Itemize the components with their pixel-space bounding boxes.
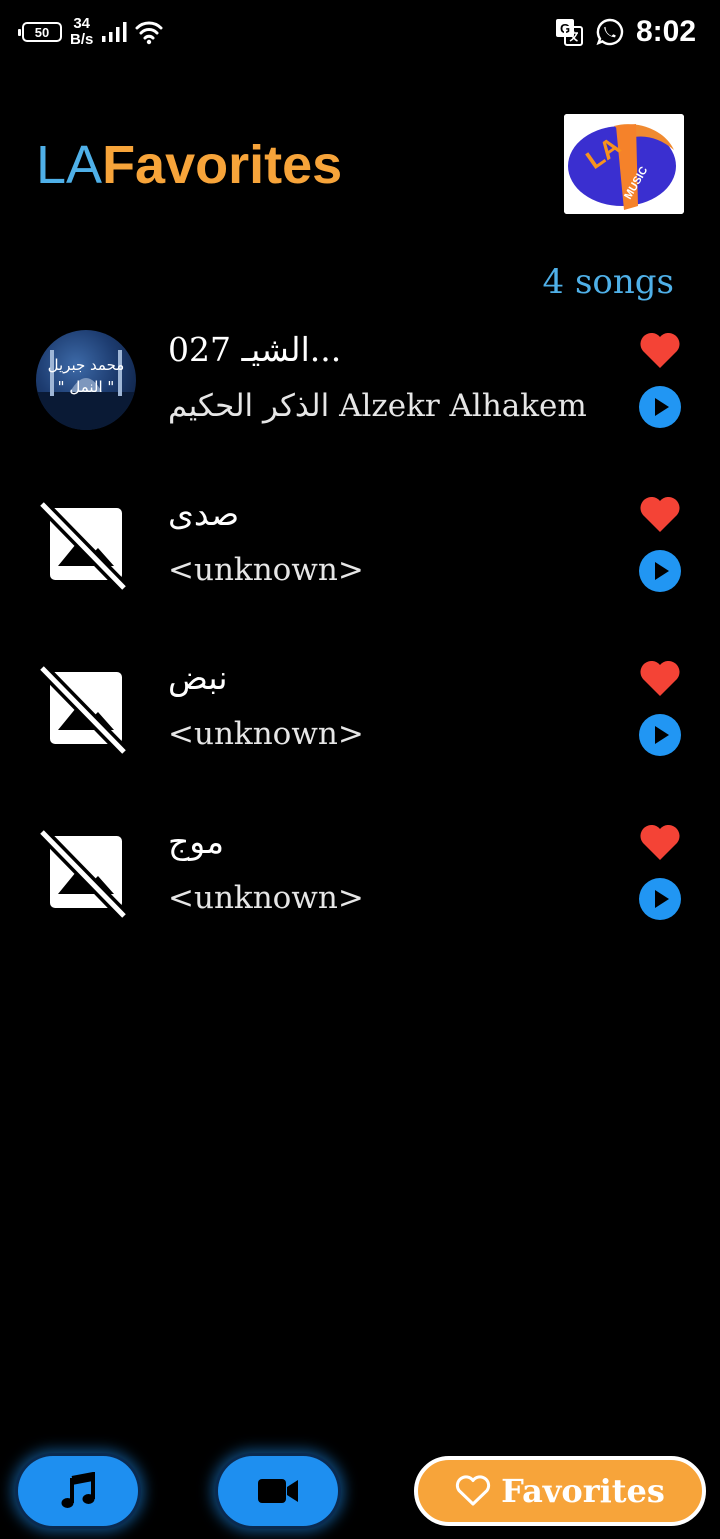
no-image-icon [37,663,129,757]
song-artist: <unknown> [168,552,364,588]
video-tab-button[interactable] [218,1456,338,1526]
song-row[interactable]: موج <unknown> [0,822,720,962]
song-row[interactable]: محمد جبريل " النمل " 027 الشيـ... الذكر … [0,330,720,470]
play-button[interactable] [639,550,681,592]
video-camera-icon [258,1479,298,1503]
song-title: نبض [168,658,228,697]
favorite-heart-icon[interactable] [638,658,682,698]
song-artist: <unknown> [168,880,364,916]
svg-text:محمد جبريل: محمد جبريل [48,356,125,374]
mosque-artwork-icon: محمد جبريل " النمل " [36,350,136,430]
song-row[interactable]: صدى <unknown> [0,494,720,634]
song-artist: <unknown> [168,716,364,752]
network-speed-unit: B/s [70,31,94,48]
music-note-icon [61,1472,95,1508]
app-logo: LA MUSIC [564,114,684,214]
battery-level: 50 [34,24,50,40]
status-bar: 50 34 B/s G 8:02 [0,0,720,66]
clock: 8:02 [635,15,696,48]
play-button[interactable] [639,878,681,920]
favorite-heart-icon[interactable] [638,822,682,862]
page-title: LAFavorites [36,132,342,198]
music-tab-button[interactable] [18,1456,138,1526]
network-speed: 34 B/s [70,16,93,48]
favorite-heart-icon[interactable] [638,330,682,370]
heart-outline-icon [456,1475,491,1506]
battery-icon: 50 [18,22,62,42]
song-title: موج [168,822,225,861]
la-music-logo-icon: LA MUSIC [564,114,684,214]
play-button[interactable] [639,714,681,756]
song-title: 027 الشيـ... [168,330,342,369]
favorites-tab-label: Favorites [501,1472,665,1510]
signal-icon [102,22,127,42]
network-speed-value: 34 [73,15,91,32]
song-artist: الذكر الحكيم Alzekr Alhakem [168,388,587,424]
song-title: صدى [168,494,240,533]
whatsapp-icon [596,18,624,46]
play-button[interactable] [639,386,681,428]
favorites-tab-button[interactable]: Favorites [414,1456,706,1526]
song-count: 4 songs [542,262,674,302]
no-image-icon [37,499,129,593]
no-image-icon [37,827,129,921]
page-title-prefix: LA [36,135,103,195]
wifi-icon [135,21,163,45]
favorite-heart-icon[interactable] [638,494,682,534]
page-title-main: Favorites [102,135,343,195]
song-row[interactable]: نبض <unknown> [0,658,720,798]
svg-text:" النمل ": " النمل " [58,378,115,396]
status-left: 50 34 B/s [18,14,163,50]
translate-icon: G [555,19,583,46]
album-art: محمد جبريل " النمل " [36,330,136,430]
status-right: G 8:02 [554,12,696,52]
